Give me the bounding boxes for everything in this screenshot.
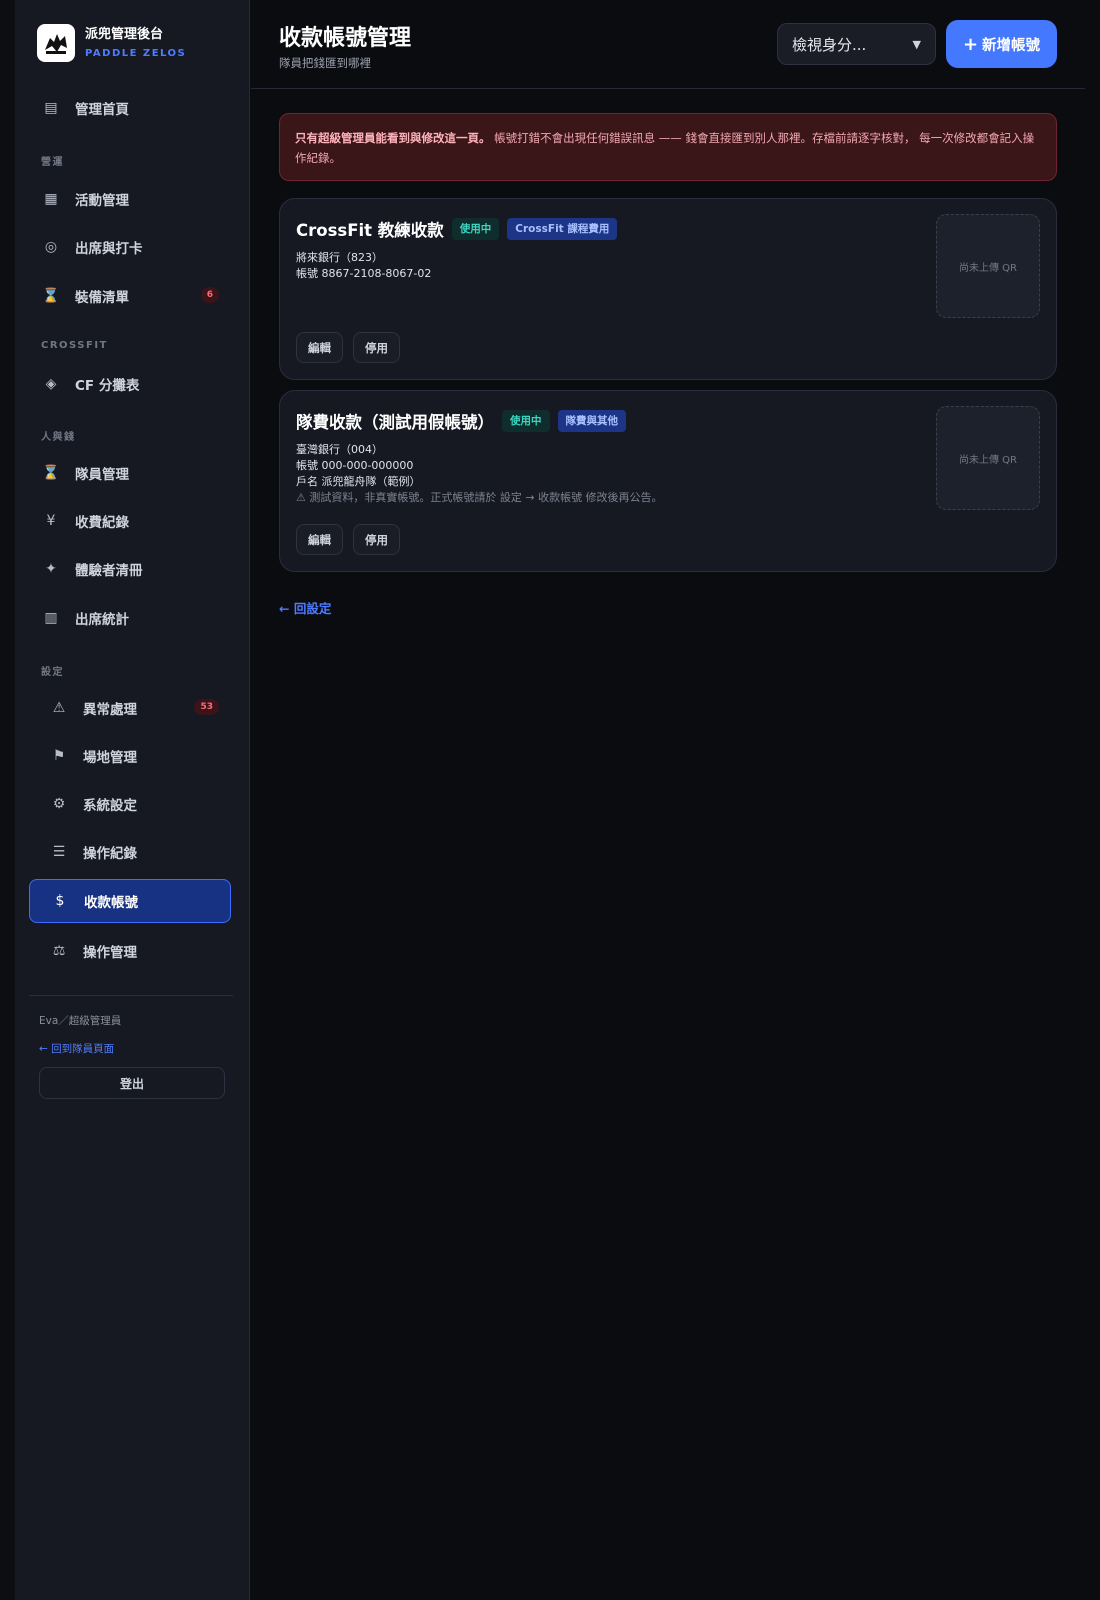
header-divider [251, 88, 1085, 89]
logout-button[interactable]: 登出 [39, 1067, 225, 1099]
sidebar-item-payment-accounts[interactable]: $ 收款帳號 [29, 879, 231, 923]
sidebar-item-label: 操作管理 [83, 945, 137, 961]
account-card: CrossFit 教練收款 使用中 CrossFit 課程費用 將來銀行（823… [279, 198, 1057, 380]
status-badge: 使用中 [451, 218, 500, 240]
brand[interactable]: 派兜管理後台 PADDLE ZELOS [37, 24, 186, 62]
add-account-button[interactable]: + 新增帳號 [946, 20, 1057, 68]
hourglass-icon: ⌛ [42, 288, 60, 304]
qr-placeholder[interactable]: 尚未上傳 QR [936, 406, 1040, 510]
sidebar-item-label: 裝備清單 [75, 290, 129, 306]
dollar-icon: $ [55, 893, 65, 909]
section-operations: 營運 [41, 157, 64, 168]
sidebar-item-audit-log[interactable]: ☰ 操作紀錄 [29, 830, 231, 874]
sidebar-item-trial-roster[interactable]: ✦ 體驗者清冊 [29, 547, 231, 591]
account-number-line: 帳號 000-000-000000 [296, 458, 663, 474]
sidebar-item-attendance-stats[interactable]: ▥ 出席統計 [29, 596, 231, 640]
brand-subtitle: PADDLE ZELOS [85, 47, 187, 59]
sidebar-item-label: 收款帳號 [84, 895, 138, 911]
current-user: Eva／超級管理員 [39, 1015, 122, 1027]
sidebar-item-members[interactable]: ⌛ 隊員管理 [29, 451, 231, 495]
sidebar-item-equipment[interactable]: ⌛ 裝備清單 6 [29, 274, 231, 318]
account-number: 8867-2108-8067-02 [321, 267, 432, 280]
alert-bold-text: 只有超級管理員能看到與修改這一頁。 [295, 131, 491, 145]
sidebar-item-label: 出席與打卡 [75, 241, 143, 257]
page-title: 收款帳號管理 [279, 26, 412, 51]
category-badge: 隊費與其他 [557, 410, 626, 432]
disable-button[interactable]: 停用 [353, 524, 400, 555]
edit-button[interactable]: 編輯 [296, 524, 343, 555]
role-view-select[interactable]: 檢視身分... ▼ [777, 23, 936, 65]
account-number: 000-000-000000 [321, 459, 414, 472]
sidebar-item-label: 體驗者清冊 [75, 563, 143, 579]
edit-button[interactable]: 編輯 [296, 332, 343, 363]
test-data-note: ⚠ 測試資料，非真實帳號。正式帳號請於 設定 → 收款帳號 修改後再公告。 [296, 491, 663, 504]
category-badge: CrossFit 課程費用 [507, 218, 618, 240]
brand-title: 派兜管理後台 [85, 26, 164, 42]
sidebar-divider [29, 995, 233, 996]
sidebar-item-events[interactable]: ▦ 活動管理 [29, 177, 231, 221]
window-edge [0, 0, 15, 1600]
sparkle-icon: ✦ [45, 561, 57, 577]
account-number-line: 帳號 8867-2108-8067-02 [296, 266, 431, 282]
account-holder: 戶名 派兜龍舟隊（範例） [296, 475, 421, 488]
sidebar-item-label: CF 分攤表 [75, 378, 140, 394]
role-select-value: 檢視身分... [792, 35, 867, 54]
sidebar-item-label: 出席統計 [75, 612, 129, 628]
sidebar: 派兜管理後台 PADDLE ZELOS ▤ 管理首頁 營運 ▦ 活動管理 ◎ 出… [15, 0, 250, 1600]
account-number-label: 帳號 [296, 459, 318, 472]
account-name: 隊費收款（測試用假帳號） [296, 413, 494, 432]
count-badge: 53 [194, 699, 219, 715]
add-account-label: 新增帳號 [982, 37, 1041, 54]
scale-icon: ⚖ [52, 943, 66, 959]
sidebar-item-venues[interactable]: ⚑ 場地管理 [29, 734, 231, 778]
sidebar-item-label: 收費紀錄 [75, 515, 129, 531]
bank-name: 臺灣銀行（004） [296, 443, 383, 456]
account-card: 隊費收款（測試用假帳號） 使用中 隊費與其他 臺灣銀行（004） 帳號 000-… [279, 390, 1057, 572]
disable-button[interactable]: 停用 [353, 332, 400, 363]
grid-icon: ▦ [44, 191, 58, 207]
sidebar-item-label: 隊員管理 [75, 467, 129, 483]
sidebar-item-label: 場地管理 [83, 750, 137, 766]
dragon-logo-icon [37, 24, 75, 62]
account-name: CrossFit 教練收款 [296, 221, 444, 240]
yen-icon: ¥ [46, 513, 56, 529]
sidebar-item-payments[interactable]: ¥ 收費紀錄 [29, 499, 231, 543]
section-crossfit: CROSSFIT [41, 340, 108, 351]
account-number-label: 帳號 [296, 267, 318, 280]
count-badge: 6 [200, 287, 219, 303]
sidebar-item-exceptions[interactable]: ⚠ 異常處理 53 [29, 686, 231, 730]
sidebar-item-operations-admin[interactable]: ⚖ 操作管理 [29, 929, 231, 973]
page-subtitle: 隊員把錢匯到哪裡 [279, 56, 371, 70]
sidebar-item-label: 管理首頁 [75, 102, 129, 118]
bank-name: 將來銀行（823） [296, 251, 383, 264]
sidebar-item-system-settings[interactable]: ⚙ 系統設定 [29, 782, 231, 826]
sidebar-item-label: 活動管理 [75, 193, 129, 209]
back-to-settings-link[interactable]: ← 回設定 [279, 598, 331, 617]
lines-icon: ☰ [52, 844, 66, 860]
flag-icon: ⚑ [52, 748, 66, 764]
warning-alert: 只有超級管理員能看到與修改這一頁。 帳號打錯不會出現任何錯誤訊息 —— 錢會直接… [279, 113, 1057, 181]
sidebar-item-label: 異常處理 [83, 702, 137, 718]
list-icon: ▤ [44, 100, 58, 116]
diamond-icon: ◈ [45, 376, 57, 392]
section-people-money: 人與錢 [41, 432, 76, 443]
gear-icon: ⚙ [52, 796, 66, 812]
back-to-member-link[interactable]: ← 回到隊員頁面 [39, 1041, 114, 1056]
sidebar-item-label: 系統設定 [83, 798, 137, 814]
sidebar-item-cf-split[interactable]: ◈ CF 分攤表 [29, 362, 231, 406]
chevron-down-icon: ▼ [912, 37, 921, 51]
sidebar-item-home[interactable]: ▤ 管理首頁 [29, 86, 231, 130]
section-settings: 設定 [41, 667, 64, 678]
sidebar-item-attendance[interactable]: ◎ 出席與打卡 [29, 225, 231, 269]
columns-icon: ▥ [44, 610, 58, 626]
target-icon: ◎ [44, 239, 58, 255]
sidebar-item-label: 操作紀錄 [83, 846, 137, 862]
hourglass-icon: ⌛ [42, 465, 60, 481]
warning-icon: ⚠ [52, 700, 66, 716]
status-badge: 使用中 [502, 410, 550, 432]
plus-icon: + [962, 33, 979, 55]
qr-placeholder[interactable]: 尚未上傳 QR [936, 214, 1040, 318]
